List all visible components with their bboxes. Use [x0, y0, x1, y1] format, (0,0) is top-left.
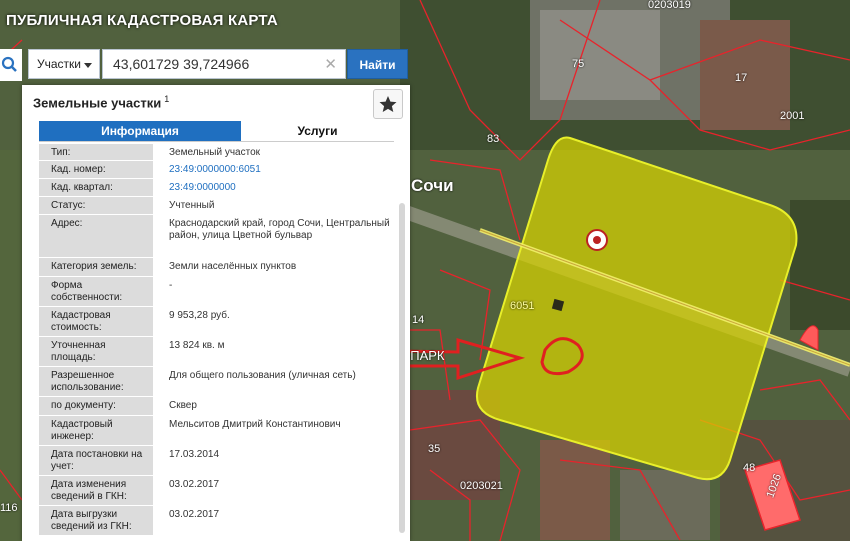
info-panel: Земельные участки 1 Информация Услуги Тип…: [22, 85, 410, 541]
map-label-plot: 2001: [780, 110, 805, 122]
search-bar: Участки 43,601729 39,724966 ✕ Найти: [0, 49, 410, 81]
search-input[interactable]: 43,601729 39,724966 ✕: [102, 49, 346, 79]
row-value: 03.02.2017: [169, 479, 220, 490]
table-row: Статус: Учтенный: [39, 197, 394, 215]
table-row: Дата выгрузки сведений из ГКН: 03.02.201…: [39, 506, 394, 536]
app-title: ПУБЛИЧНАЯ КАДАСТРОВАЯ КАРТА: [6, 12, 278, 29]
search-submit-button[interactable]: Найти: [347, 49, 408, 79]
search-category-label: Участки: [37, 57, 81, 71]
row-value: -: [169, 280, 173, 291]
map-label-plot: 116: [0, 502, 18, 514]
tab-information[interactable]: Информация: [39, 121, 241, 141]
row-label: Кадастровая стоимость:: [39, 307, 153, 336]
table-row: Кад. номер: 23:49:0000000:6051: [39, 161, 394, 179]
row-value: 17.03.2014: [169, 449, 220, 460]
map-label-plot: 75: [572, 58, 585, 70]
row-label: Форма собственности:: [39, 277, 153, 306]
table-row: Категория земель: Земли населённых пункт…: [39, 258, 394, 277]
row-value: Учтенный: [169, 200, 215, 211]
row-value: 13 824 кв. м: [169, 340, 225, 351]
row-value: Земли населённых пунктов: [169, 261, 297, 272]
search-icon[interactable]: [0, 49, 22, 81]
star-icon: [379, 96, 397, 112]
search-category-select[interactable]: Участки: [28, 49, 100, 79]
row-value: Сквер: [169, 400, 197, 411]
map-label-plot: 14: [412, 314, 425, 326]
row-value: Для общего пользования (уличная сеть): [169, 370, 356, 381]
map-label-parcel: 6051: [510, 300, 535, 312]
panel-title: Земельные участки 1: [33, 94, 169, 110]
row-label: Кадастровый инженер:: [39, 416, 153, 445]
attribute-table: Тип: Земельный участок Кад. номер: 23:49…: [39, 144, 394, 536]
result-count: 1: [164, 94, 170, 104]
panel-scrollbar[interactable]: [399, 203, 405, 533]
search-query: 43,601729 39,724966: [113, 56, 250, 72]
favorite-button[interactable]: [373, 89, 403, 119]
table-row: Адрес: Краснодарский край, город Сочи, Ц…: [39, 215, 394, 258]
table-row: Разрешенное использование: Для общего по…: [39, 367, 394, 397]
cadastral-number-link[interactable]: 23:49:0000000:6051: [153, 161, 394, 178]
map-label-plot: 17: [735, 72, 748, 84]
row-label: Кад. номер:: [39, 161, 153, 178]
tab-services[interactable]: Услуги: [241, 121, 394, 141]
row-value: 03.02.2017: [169, 509, 220, 520]
row-label: по документу:: [39, 397, 153, 415]
table-row: Дата постановки на учет: 17.03.2014: [39, 446, 394, 476]
row-label: Уточненная площадь:: [39, 337, 153, 366]
chevron-down-icon: [84, 63, 92, 68]
map-label-city: Сочи: [411, 176, 454, 195]
row-label: Категория земель:: [39, 258, 153, 276]
map-label-plot: 83: [487, 133, 500, 145]
row-label: Дата постановки на учет:: [39, 446, 153, 475]
table-row: Тип: Земельный участок: [39, 144, 394, 161]
row-value: Мельситов Дмитрий Константинович: [169, 419, 341, 430]
map-label-plot: 48: [743, 462, 756, 474]
panel-tabs: Информация Услуги: [39, 121, 394, 142]
table-row: Кад. квартал: 23:49:0000000: [39, 179, 394, 197]
row-value: 9 953,28 руб.: [169, 310, 230, 321]
table-row: Уточненная площадь: 13 824 кв. м: [39, 337, 394, 367]
table-row: Кадастровый инженер: Мельситов Дмитрий К…: [39, 416, 394, 446]
row-value: Краснодарский край, город Сочи, Централь…: [169, 218, 390, 241]
row-label: Тип:: [39, 144, 153, 160]
row-label: Разрешенное использование:: [39, 367, 153, 396]
map-label-quarter: 0203019: [648, 0, 691, 11]
panel-title-text: Земельные участки: [33, 95, 162, 111]
table-row: Форма собственности: -: [39, 277, 394, 307]
row-label: Дата выгрузки сведений из ГКН:: [39, 506, 153, 535]
table-row: по документу: Сквер: [39, 397, 394, 416]
table-row: Дата изменения сведений в ГКН: 03.02.201…: [39, 476, 394, 506]
cadastral-quarter-link[interactable]: 23:49:0000000: [153, 179, 394, 196]
map-label-plot: 35: [428, 443, 441, 455]
row-label: Дата изменения сведений в ГКН:: [39, 476, 153, 505]
row-label: Адрес:: [39, 215, 153, 257]
row-label: Кад. квартал:: [39, 179, 153, 196]
close-icon[interactable]: ✕: [324, 55, 337, 73]
row-value: Земельный участок: [169, 147, 261, 158]
table-row: Кадастровая стоимость: 9 953,28 руб.: [39, 307, 394, 337]
map-label-quarter: 0203021: [460, 480, 503, 492]
row-label: Статус:: [39, 197, 153, 214]
